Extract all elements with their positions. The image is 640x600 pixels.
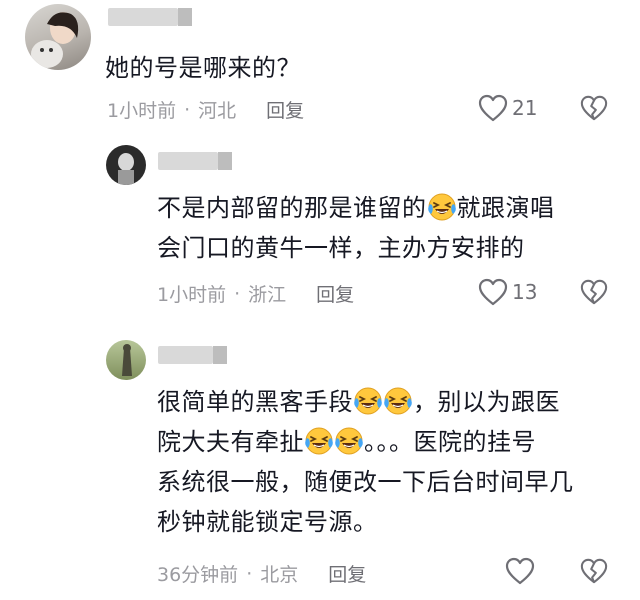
like-button[interactable]: 13 [478, 278, 537, 306]
comment-text: 不是内部留的那是谁留的 就跟演唱 会门口的黄牛一样，主办方安排的 [157, 192, 555, 262]
reply-button[interactable]: 回复 [328, 560, 366, 587]
heart-outline-icon [478, 94, 508, 122]
comment-location: 浙江 [248, 284, 287, 306]
avatar-portrait-icon [31, 12, 79, 68]
comment-time: 1小时前 [107, 100, 177, 122]
avatar-figure-icon [122, 344, 132, 376]
reply-button[interactable]: 回复 [316, 280, 354, 307]
meta-separator: · [234, 282, 241, 305]
username-redacted[interactable] [108, 8, 192, 26]
comment-time: 36分钟前 [157, 564, 239, 586]
like-button[interactable] [505, 557, 535, 585]
comment-location: 北京 [260, 564, 299, 586]
heart-outline-icon [505, 557, 535, 585]
laughing-tears-emoji [427, 192, 457, 222]
meta-separator: · [184, 98, 191, 121]
comment-meta: 36分钟前 · 北京 回复 [157, 560, 366, 587]
broken-heart-icon[interactable] [580, 557, 608, 585]
avatar[interactable] [106, 145, 146, 185]
comment-time: 1小时前 [157, 284, 227, 306]
like-count: 13 [512, 280, 538, 304]
avatar[interactable] [106, 340, 146, 380]
username-redacted[interactable] [158, 152, 232, 170]
broken-heart-icon[interactable] [580, 94, 608, 122]
laughing-tears-emoji [353, 386, 383, 416]
laughing-tears-emoji [304, 426, 334, 456]
broken-heart-icon[interactable] [580, 278, 608, 306]
laughing-tears-emoji [334, 426, 364, 456]
username-redacted[interactable] [158, 346, 227, 364]
comment-meta: 1小时前 · 河北 回复 [107, 96, 304, 123]
avatar[interactable] [25, 4, 91, 70]
like-button[interactable]: 21 [478, 94, 537, 122]
reply-button[interactable]: 回复 [266, 96, 304, 123]
avatar-figure-icon [118, 153, 134, 185]
meta-separator: · [246, 562, 253, 585]
laughing-tears-emoji [383, 386, 413, 416]
comment-meta: 1小时前 · 浙江 回复 [157, 280, 354, 307]
heart-outline-icon [478, 278, 508, 306]
comment-text: 她的号是哪来的？ [105, 54, 301, 82]
comment-location: 河北 [198, 100, 237, 122]
comment-text: 很简单的黑客手段 ，别以为跟医 院大夫有牵扯 。。。医院的挂号 系统很一般，随便改一… [157, 386, 574, 536]
like-count: 21 [512, 96, 538, 120]
